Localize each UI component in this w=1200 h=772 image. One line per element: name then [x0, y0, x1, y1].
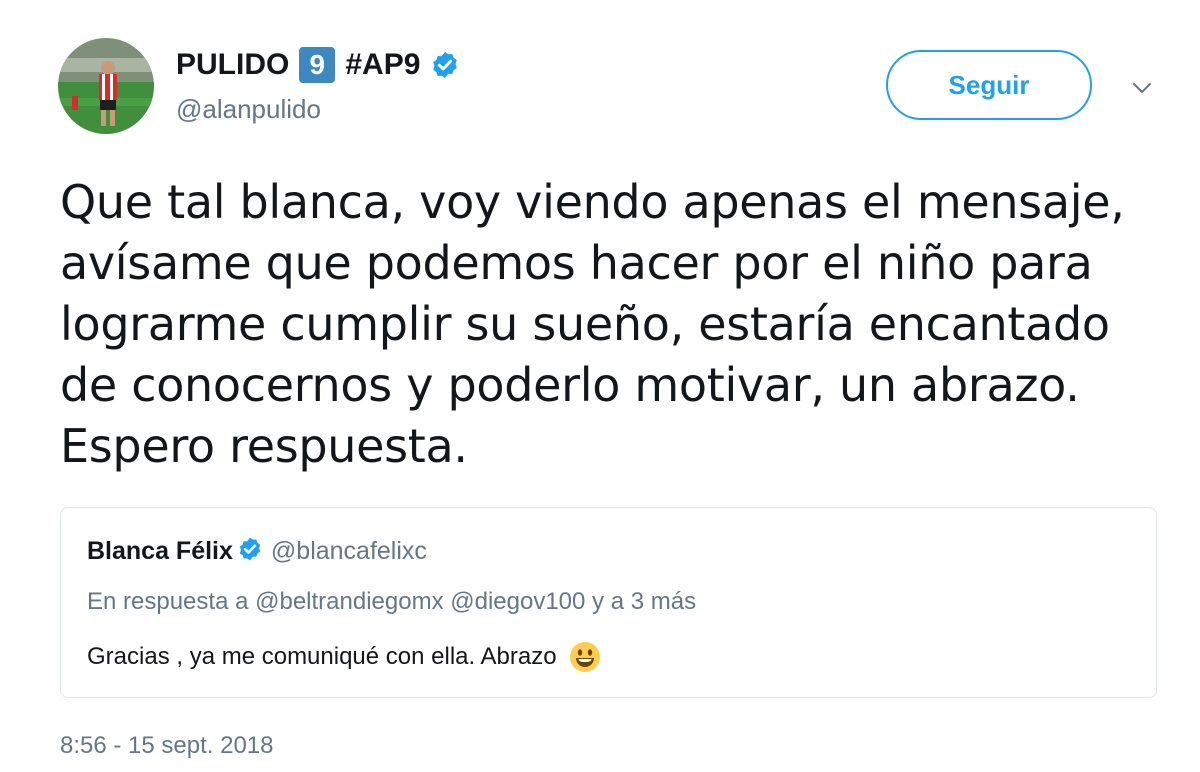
author-name[interactable]: PULIDO: [176, 48, 289, 82]
player-avatar-icon: [58, 38, 154, 134]
follow-button[interactable]: Seguir: [886, 50, 1092, 120]
verified-badge-icon: [239, 537, 261, 561]
tweet-card: PULIDO 9 #AP9 @alanpulido Seguir Que tal…: [0, 0, 1200, 772]
quoted-author-name: Blanca Félix: [87, 536, 233, 565]
author-hashtag[interactable]: #AP9: [345, 48, 420, 82]
reply-context: En respuesta a @beltrandiegomx @diegov10…: [87, 588, 696, 616]
author-avatar[interactable]: [58, 38, 154, 134]
tweet-text-line: Que tal blanca, voy viendo apenas el men…: [60, 175, 1125, 229]
verified-badge-icon: [433, 51, 458, 79]
reply-prefix: En respuesta a: [87, 588, 249, 615]
quoted-tweet[interactable]: Blanca Félix @blancafelixc En respuesta …: [60, 507, 1157, 698]
tweet-text-line: de conocernos y poderlo motivar, un abra…: [60, 358, 1080, 412]
quoted-author-row: Blanca Félix @blancafelixc: [87, 536, 427, 566]
tweet-timestamp[interactable]: 8:56 - 15 sept. 2018: [60, 732, 274, 760]
number-nine-icon: 9: [299, 47, 336, 83]
tweet-text: Que tal blanca, voy viendo apenas el men…: [60, 172, 1170, 477]
quoted-tweet-text: Gracias , ya me comuniqué con ella. Abra…: [87, 643, 557, 670]
reply-to-users[interactable]: @beltrandiegomx @diegov100: [255, 588, 585, 615]
smiley-emoji-icon: [569, 642, 600, 672]
tweet-text-line: lograrme cumplir su sueño, estaría encan…: [60, 297, 1110, 351]
reply-suffix: y a 3 más: [592, 588, 697, 615]
quoted-tweet-text-row: Gracias , ya me comuniqué con ella. Abra…: [87, 641, 601, 673]
author-handle[interactable]: @alanpulido: [176, 94, 321, 125]
tweet-text-line: Espero respuesta.: [60, 419, 468, 473]
chevron-down-icon[interactable]: [1128, 74, 1156, 102]
author-name-row[interactable]: PULIDO 9 #AP9: [176, 45, 460, 85]
quoted-author-handle: @blancafelixc: [270, 536, 427, 565]
tweet-text-line: avísame que podemos hacer por el niño pa…: [60, 236, 1093, 290]
